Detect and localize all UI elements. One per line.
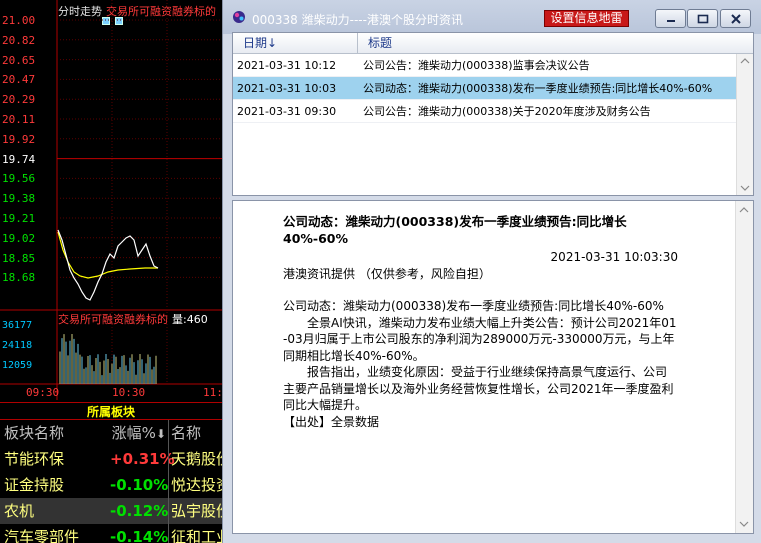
intraday-chart[interactable]: 分时走势 交易所可融资融券标的 21.00 20.82 20.65 20.47 20.29… <box>0 0 230 400</box>
sector-row[interactable]: 节能环保 +0.31%天鹅股份 <box>0 446 222 472</box>
news-row[interactable]: 2021-03-31 10:03 公司动态：潍柴动力(000338)发布一季度业绩… <box>233 77 753 100</box>
sector-change: +0.31% <box>110 450 175 468</box>
detail-source-line: 【出处】全景数据 <box>283 414 380 429</box>
stock-name: 悦达投资 <box>168 472 222 498</box>
col-date[interactable]: 日期↓ <box>233 33 358 53</box>
volume-title: 交易所可融资融券标的 量:460 <box>58 313 208 326</box>
volume-tick: 12059 <box>2 360 33 371</box>
close-icon <box>731 14 741 24</box>
arrow-down-icon: ⬇ <box>155 427 166 441</box>
sector-change: -0.12% <box>110 502 169 520</box>
news-title: 公司公告：潍柴动力(000338)监事会决议公告 <box>363 59 590 72</box>
scroll-up-icon[interactable] <box>740 58 750 64</box>
stock-name: 征和工业 <box>168 524 222 543</box>
app-icon <box>233 11 245 23</box>
minimize-button[interactable] <box>655 9 686 28</box>
close-button[interactable] <box>720 9 751 28</box>
chart-canvas <box>0 0 222 400</box>
sector-title: 所属板块 <box>0 402 222 420</box>
stock-name: 弘宇股份 <box>168 498 222 524</box>
col-sector-name[interactable]: 板块名称 <box>0 420 110 446</box>
sector-change: -0.14% <box>110 528 169 543</box>
detail-timestamp: 2021-03-31 10:03:30 <box>550 250 678 264</box>
set-info-mine-button[interactable]: 设置信息地雷 <box>544 10 629 27</box>
detail-paragraph: 全景AI快讯，潍柴动力发布业绩大幅上升类公告：预计公司2021年01-03月归属… <box>283 315 677 363</box>
scroll-down-icon[interactable] <box>740 185 750 191</box>
news-detail: 公司动态：潍柴动力(000338)发布一季度业绩预告:同比增长40%-60% 2… <box>232 200 754 534</box>
window-title: 000338 潍柴动力----港澳个股分时资讯 <box>252 13 463 27</box>
maximize-button[interactable] <box>687 9 718 28</box>
detail-paragraph: 公司动态：潍柴动力(000338)发布一季度业绩预告:同比增长40%-60% <box>283 299 664 313</box>
stock-name: 天鹅股份 <box>168 446 222 472</box>
news-date: 2021-03-31 10:12 <box>237 59 337 72</box>
news-row[interactable]: 2021-03-31 09:30 公司公告：潍柴动力(000338)关于2020年… <box>233 100 753 123</box>
news-title: 公司动态：潍柴动力(000338)发布一季度业绩预告:同比增长40%-60% <box>363 82 713 95</box>
list-scrollbar[interactable] <box>736 54 753 195</box>
detail-paragraph: 报告指出，业绩变化原因：受益于行业继续保持高景气度运行、公司主要产品销量增长以及… <box>283 365 674 412</box>
sector-header: 板块名称 涨幅%⬇ 名称 <box>0 420 222 446</box>
detail-source: 港澳资讯提供 （仅供参考，风险自担） <box>283 266 491 281</box>
news-date: 2021-03-31 09:30 <box>237 105 337 118</box>
sector-row[interactable]: 农机 -0.12%弘宇股份 <box>0 498 222 524</box>
title-bar[interactable]: 000338 潍柴动力----港澳个股分时资讯 设置信息地雷 <box>223 0 761 34</box>
volume-tick: 36177 <box>2 320 33 331</box>
news-title: 公司公告：潍柴动力(000338)关于2020年度涉及财务公告 <box>363 105 651 118</box>
volume-tick: 24118 <box>2 340 33 351</box>
scroll-up-icon[interactable] <box>739 207 749 213</box>
detail-headline: 公司动态：潍柴动力(000338)发布一季度业绩预告:同比增长40%-60% <box>283 214 627 246</box>
minimize-icon <box>667 20 675 22</box>
time-tick: 10:30 <box>112 386 146 399</box>
volume-value: 460 <box>186 313 208 326</box>
sector-panel: 所属板块 板块名称 涨幅%⬇ 名称 节能环保 +0.31%天鹅股份证金持股 -0.1… <box>0 402 222 543</box>
time-tick: 09:30 <box>26 386 60 399</box>
maximize-icon <box>697 14 709 24</box>
sector-name: 证金持股 <box>4 476 65 494</box>
detail-scrollbar[interactable] <box>735 201 753 533</box>
news-row[interactable]: 2021-03-31 10:12 公司公告：潍柴动力(000338)监事会决议公告 <box>233 54 753 77</box>
sector-row[interactable]: 证金持股 -0.10%悦达投资 <box>0 472 222 498</box>
news-date: 2021-03-31 10:03 <box>237 82 337 95</box>
scroll-down-icon[interactable] <box>739 521 749 527</box>
sector-name: 节能环保 <box>4 450 65 468</box>
news-list-header: 日期↓ 标题 <box>233 33 753 54</box>
sector-name: 汽车零部件 <box>4 528 80 543</box>
price-line <box>57 229 159 301</box>
average-price-line <box>57 231 158 279</box>
news-window: 000338 潍柴动力----港澳个股分时资讯 设置信息地雷 日期↓ 标题 20… <box>222 0 761 543</box>
sector-change: -0.10% <box>110 476 169 494</box>
col-stock-name[interactable]: 名称 <box>168 420 222 446</box>
sector-row[interactable]: 汽车零部件 -0.14%征和工业 <box>0 524 222 543</box>
news-list: 日期↓ 标题 2021-03-31 10:12 公司公告：潍柴动力(000338)… <box>232 32 754 196</box>
col-change[interactable]: 涨幅%⬇ <box>110 420 168 446</box>
sector-name: 农机 <box>4 502 35 520</box>
col-title[interactable]: 标题 <box>358 33 392 53</box>
